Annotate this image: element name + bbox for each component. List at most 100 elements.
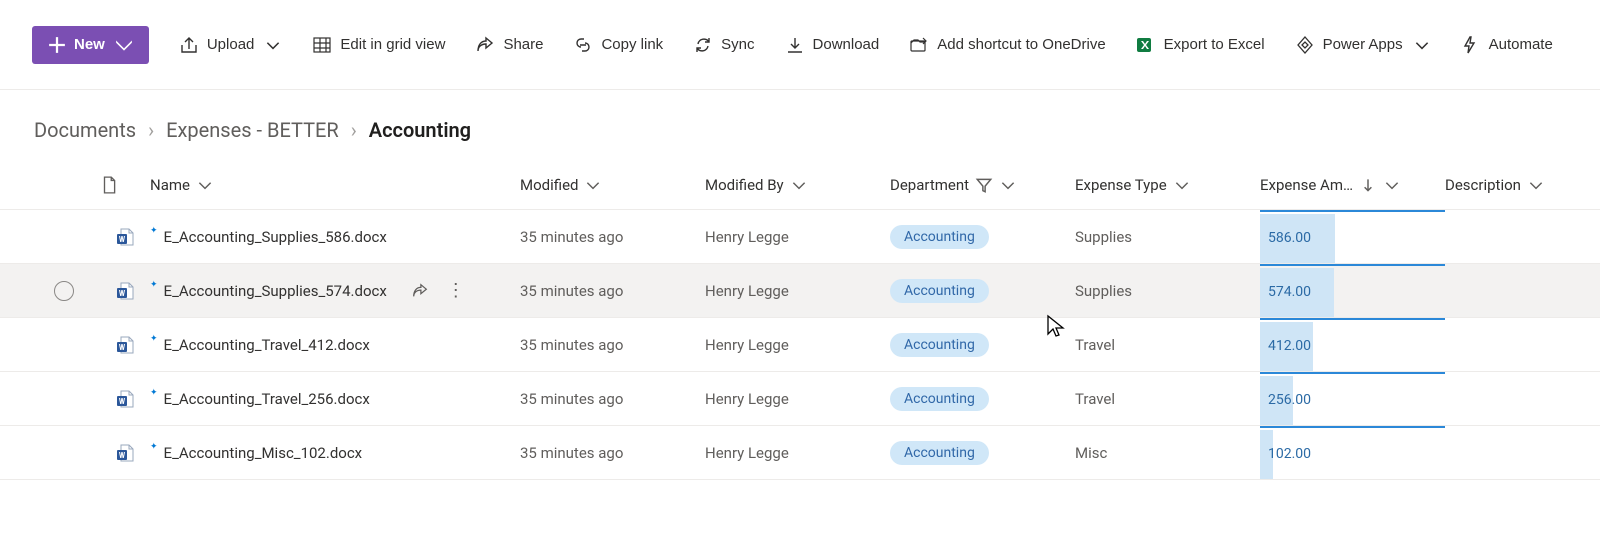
modified-by-cell[interactable]: Henry Legge: [705, 444, 890, 462]
sync-label: Sync: [721, 36, 754, 53]
modified-by-cell[interactable]: Henry Legge: [705, 282, 890, 300]
chevron-down-icon: [1527, 176, 1545, 194]
department-pill[interactable]: Accounting: [890, 279, 989, 303]
excel-icon: [1136, 35, 1156, 55]
file-name[interactable]: E_Accounting_Travel_256.docx: [164, 390, 370, 408]
share-button[interactable]: Share: [463, 27, 555, 63]
col-expense-type[interactable]: Expense Type: [1075, 176, 1260, 194]
col-description[interactable]: Description: [1445, 176, 1600, 194]
table-row[interactable]: ✦ E_Accounting_Travel_256.docx 35 minute…: [0, 372, 1600, 426]
word-doc-icon: [115, 281, 135, 301]
grid-icon: [312, 35, 332, 55]
edit-grid-button[interactable]: Edit in grid view: [300, 27, 457, 63]
automate-icon: [1461, 35, 1481, 55]
copy-link-button[interactable]: Copy link: [561, 27, 675, 63]
sort-down-icon: [1359, 176, 1377, 194]
modified-cell: 35 minutes ago: [520, 390, 705, 408]
department-pill[interactable]: Accounting: [890, 441, 989, 465]
modified-cell: 35 minutes ago: [520, 444, 705, 462]
upload-button[interactable]: Upload: [167, 27, 295, 63]
modified-cell: 35 minutes ago: [520, 282, 705, 300]
file-name[interactable]: E_Accounting_Supplies_586.docx: [164, 228, 387, 246]
chevron-down-icon: [1413, 36, 1431, 54]
share-icon: [475, 35, 495, 55]
col-modified-by[interactable]: Modified By: [705, 176, 890, 194]
table-row[interactable]: ✦ E_Accounting_Misc_102.docx 35 minutes …: [0, 426, 1600, 480]
expense-type-cell: Travel: [1075, 390, 1260, 408]
power-apps-icon: [1295, 35, 1315, 55]
chevron-down-icon: [999, 176, 1017, 194]
share-label: Share: [503, 36, 543, 53]
download-icon: [785, 35, 805, 55]
breadcrumb-item[interactable]: Documents: [34, 118, 136, 142]
file-table: Name Modified Modified By Department Exp…: [0, 160, 1600, 480]
col-expense-amount[interactable]: Expense Am…: [1260, 176, 1445, 194]
expense-amount-cell: 102.00: [1260, 426, 1445, 479]
power-apps-button[interactable]: Power Apps: [1283, 27, 1443, 63]
col-modified[interactable]: Modified: [520, 176, 705, 194]
export-excel-label: Export to Excel: [1164, 36, 1265, 53]
expense-amount-cell: 586.00: [1260, 210, 1445, 263]
sync-icon: [693, 35, 713, 55]
more-icon[interactable]: ⋮: [447, 282, 465, 300]
new-indicator-icon: ✦: [150, 226, 158, 236]
department-cell: Accounting: [890, 279, 1075, 303]
new-indicator-icon: ✦: [150, 334, 158, 344]
onedrive-shortcut-icon: [909, 35, 929, 55]
department-cell: Accounting: [890, 441, 1075, 465]
new-indicator-icon: ✦: [150, 280, 158, 290]
link-icon: [573, 35, 593, 55]
breadcrumb-current: Accounting: [369, 118, 471, 142]
upload-icon: [179, 35, 199, 55]
chevron-down-icon: [264, 36, 282, 54]
table-row[interactable]: ✦ E_Accounting_Supplies_586.docx 35 minu…: [0, 210, 1600, 264]
power-apps-label: Power Apps: [1323, 36, 1403, 53]
file-name[interactable]: E_Accounting_Travel_412.docx: [164, 336, 370, 354]
expense-type-cell: Supplies: [1075, 282, 1260, 300]
chevron-right-icon: ›: [351, 118, 357, 142]
new-button-label: New: [74, 36, 105, 53]
table-row[interactable]: ✦ E_Accounting_Supplies_574.docx ⋮ 35 mi…: [0, 264, 1600, 318]
expense-type-cell: Travel: [1075, 336, 1260, 354]
department-pill[interactable]: Accounting: [890, 225, 989, 249]
department-pill[interactable]: Accounting: [890, 387, 989, 411]
col-department[interactable]: Department: [890, 176, 1075, 194]
new-button[interactable]: New: [32, 26, 149, 64]
expense-amount-cell: 412.00: [1260, 318, 1445, 371]
file-name[interactable]: E_Accounting_Misc_102.docx: [164, 444, 363, 462]
breadcrumb-item[interactable]: Expenses - BETTER: [166, 118, 339, 142]
table-row[interactable]: ✦ E_Accounting_Travel_412.docx 35 minute…: [0, 318, 1600, 372]
expense-amount-cell: 574.00: [1260, 264, 1445, 317]
col-file-type[interactable]: [100, 176, 150, 194]
department-cell: Accounting: [890, 225, 1075, 249]
select-circle[interactable]: [54, 281, 74, 301]
add-shortcut-button[interactable]: Add shortcut to OneDrive: [897, 27, 1117, 63]
command-bar: New Upload Edit in grid view Share Copy …: [0, 0, 1600, 90]
chevron-down-icon: [1173, 176, 1191, 194]
expense-amount-cell: 256.00: [1260, 372, 1445, 425]
chevron-down-icon: [115, 36, 133, 54]
chevron-down-icon: [196, 176, 214, 194]
chevron-down-icon: [584, 176, 602, 194]
department-pill[interactable]: Accounting: [890, 333, 989, 357]
new-indicator-icon: ✦: [150, 388, 158, 398]
sync-button[interactable]: Sync: [681, 27, 766, 63]
table-header: Name Modified Modified By Department Exp…: [0, 160, 1600, 210]
modified-by-cell[interactable]: Henry Legge: [705, 336, 890, 354]
modified-by-cell[interactable]: Henry Legge: [705, 228, 890, 246]
word-doc-icon: [115, 227, 135, 247]
file-name[interactable]: E_Accounting_Supplies_574.docx: [164, 282, 387, 300]
word-doc-icon: [115, 335, 135, 355]
expense-type-cell: Misc: [1075, 444, 1260, 462]
export-excel-button[interactable]: Export to Excel: [1124, 27, 1277, 63]
download-button[interactable]: Download: [773, 27, 892, 63]
share-icon[interactable]: [411, 282, 429, 300]
automate-button[interactable]: Automate: [1449, 27, 1565, 63]
col-name[interactable]: Name: [150, 176, 520, 194]
file-icon: [100, 176, 118, 194]
upload-label: Upload: [207, 36, 255, 53]
modified-by-cell[interactable]: Henry Legge: [705, 390, 890, 408]
modified-cell: 35 minutes ago: [520, 336, 705, 354]
new-indicator-icon: ✦: [150, 442, 158, 452]
add-shortcut-label: Add shortcut to OneDrive: [937, 36, 1105, 53]
